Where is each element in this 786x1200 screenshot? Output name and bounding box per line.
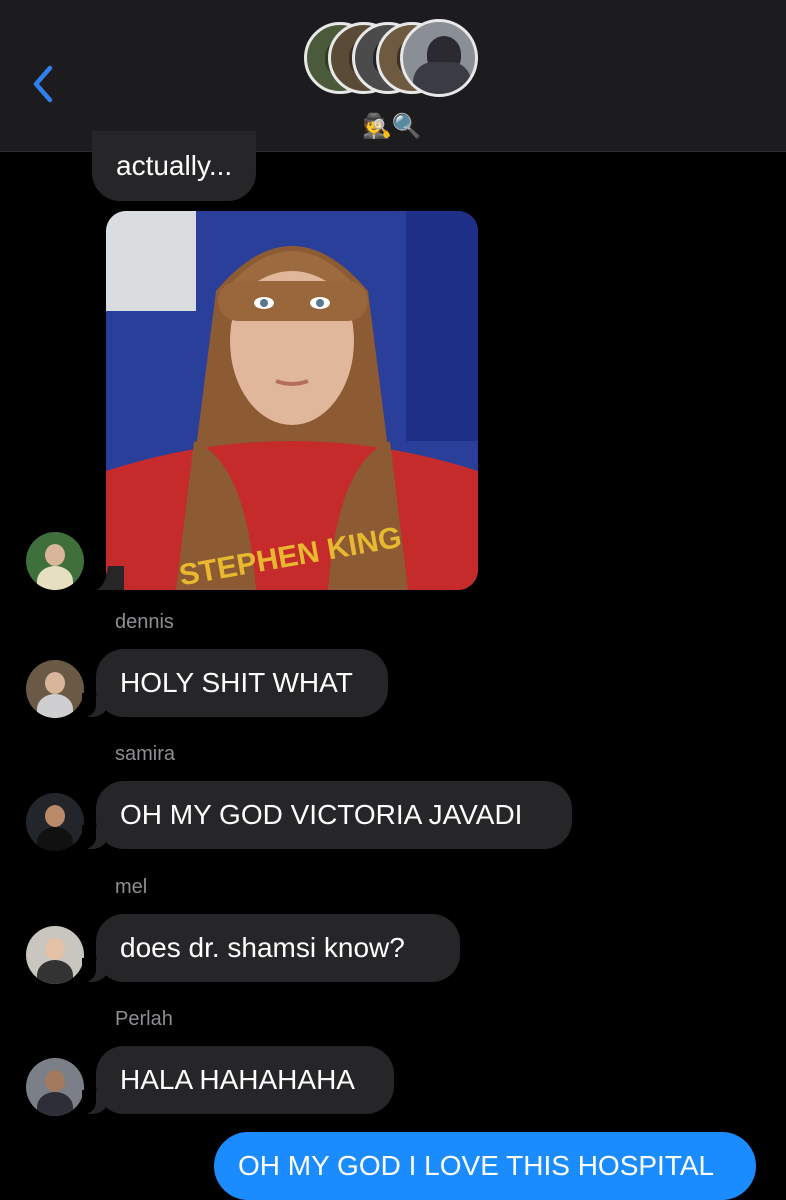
outgoing-message-bubble[interactable]: OH MY GOD I LOVE THIS HOSPITAL xyxy=(214,1132,756,1200)
message-bubble[interactable]: OH MY GOD VICTORIA JAVADI xyxy=(82,781,572,849)
message-text: does dr. shamsi know? xyxy=(120,932,405,963)
sender-name: Perlah xyxy=(115,1008,173,1030)
sender-avatar[interactable] xyxy=(26,793,84,851)
photo-message[interactable]: STEPHEN KING xyxy=(106,211,478,590)
selfie-photo: STEPHEN KING xyxy=(106,211,478,590)
sender-name: dennis xyxy=(115,611,174,633)
message-bubble[interactable]: HALA HAHAHAHA xyxy=(82,1046,394,1114)
message-bubble[interactable]: does dr. shamsi know? xyxy=(82,914,460,982)
conversation-header: 🕵🔍 xyxy=(0,0,786,152)
message-text: OH MY GOD VICTORIA JAVADI xyxy=(120,799,523,830)
sender-avatar[interactable] xyxy=(26,926,84,984)
sender-name: mel xyxy=(115,876,148,898)
back-button[interactable] xyxy=(28,62,68,106)
group-avatar-stack[interactable] xyxy=(304,19,484,102)
message-bubble[interactable]: actually... xyxy=(92,131,257,201)
message-text: HOLY SHIT WHAT xyxy=(120,667,353,698)
sender-name: samira xyxy=(115,743,176,765)
message-bubble[interactable]: HOLY SHIT WHAT xyxy=(82,649,388,717)
sender-avatar[interactable] xyxy=(26,532,84,590)
group-name-emoji: 🕵🔍 xyxy=(362,113,422,140)
sender-avatar[interactable] xyxy=(26,1058,84,1116)
bubble-tail xyxy=(96,566,124,590)
message-text: HALA HAHAHAHA xyxy=(120,1064,355,1095)
chevron-left-icon xyxy=(33,65,53,103)
message-text: OH MY GOD I LOVE THIS HOSPITAL xyxy=(238,1150,715,1181)
sender-avatar[interactable] xyxy=(26,660,84,718)
group-member-avatar xyxy=(400,19,478,97)
message-text: actually... xyxy=(116,150,233,181)
